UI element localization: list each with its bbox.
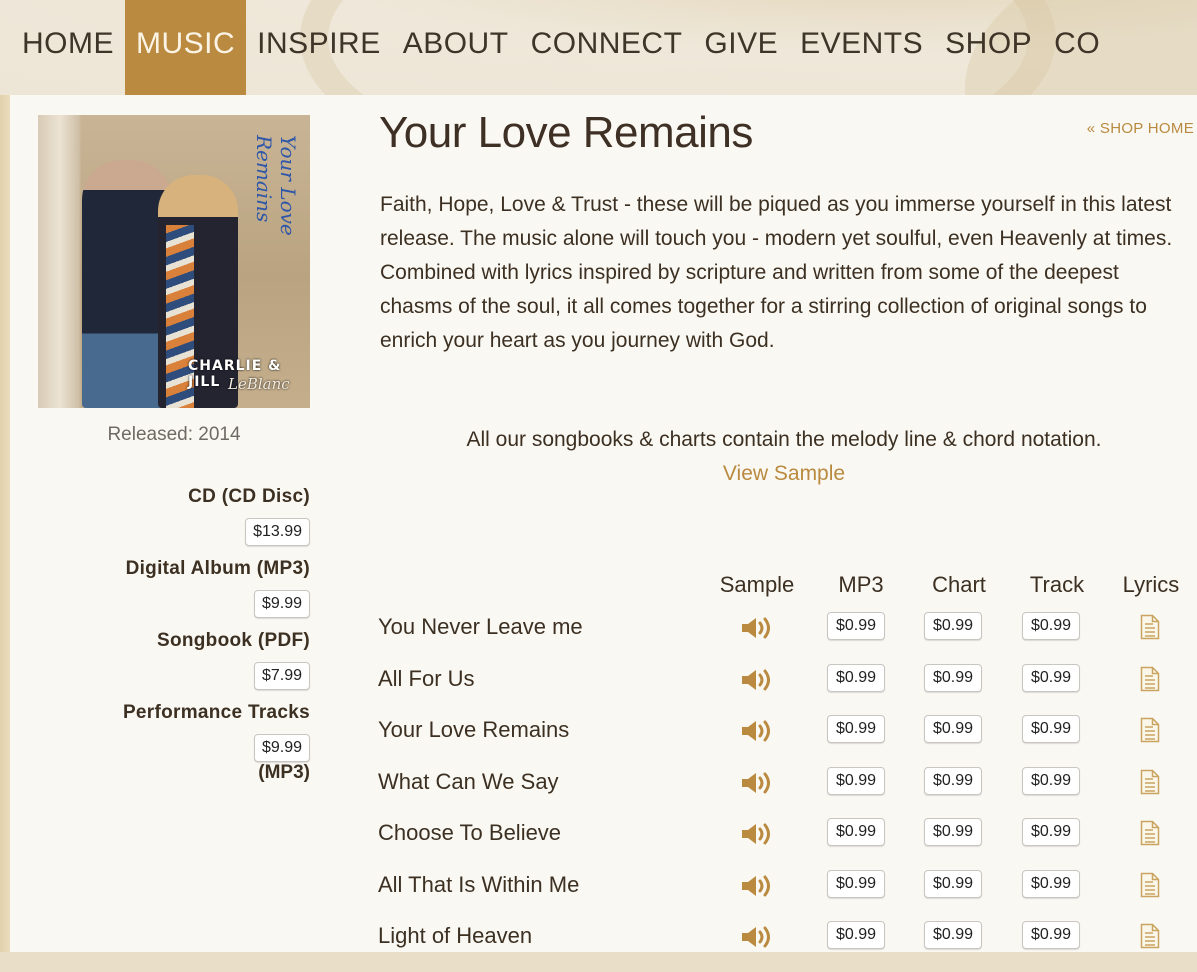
nav-item-co[interactable]: CO	[1043, 0, 1111, 95]
speaker-icon[interactable]	[740, 668, 772, 692]
track-title[interactable]: What Can We Say	[378, 767, 559, 797]
track-title[interactable]: You Never Leave me	[378, 612, 583, 642]
lyrics-document-icon[interactable]	[1140, 717, 1160, 743]
format-item: CD (CD Disc) $13.99	[40, 484, 310, 546]
chart-price-button[interactable]: $0.99	[924, 612, 983, 640]
column-header-lyrics: Lyrics	[1122, 572, 1180, 597]
album-cover[interactable]: Your Love Remains CHARLIE & JILL LeBlanc	[38, 115, 310, 408]
nav-item-home[interactable]: HOME	[0, 0, 125, 95]
songbook-note: All our songbooks & charts contain the m…	[466, 428, 1102, 451]
speaker-icon[interactable]	[740, 771, 772, 795]
nav-item-inspire[interactable]: INSPIRE	[246, 0, 392, 95]
track-row: Your Love Remains $0.99 $0.99 $0.99	[378, 715, 1197, 766]
format-price-button[interactable]: $9.99	[253, 590, 310, 618]
mp3-price-button[interactable]: $0.99	[827, 869, 886, 898]
column-header-mp3: MP3	[838, 572, 884, 597]
track-title[interactable]: All For Us	[378, 664, 475, 694]
page-title: Your Love Remains	[379, 108, 753, 157]
lyrics-document-icon[interactable]	[1140, 872, 1160, 898]
track-price-button[interactable]: $0.99	[1022, 869, 1081, 898]
track-row: Light of Heaven $0.99 $0.99 $0.99	[378, 921, 1197, 972]
album-description: Faith, Hope, Love & Trust - these will b…	[380, 193, 1173, 352]
speaker-icon[interactable]	[740, 925, 772, 949]
lyrics-document-icon[interactable]	[1140, 614, 1160, 640]
track-price-button[interactable]: $0.99	[1022, 715, 1081, 743]
chart-price-button[interactable]: $0.99	[924, 921, 983, 949]
track-row: Choose To Believe $0.99 $0.99 $0.99	[378, 818, 1197, 869]
top-navigation: HOME MUSIC INSPIRE ABOUT CONNECT GIVE EVENTS SH…	[0, 0, 1197, 95]
view-sample-link[interactable]: View Sample	[380, 462, 1188, 486]
chart-price-button[interactable]: $0.99	[924, 869, 983, 898]
track-row: All For Us $0.99 $0.99 $0.99	[378, 663, 1197, 715]
format-label: CD (CD Disc)	[188, 486, 310, 507]
nav-item-events[interactable]: EVENTS	[789, 0, 934, 95]
lyrics-document-icon[interactable]	[1140, 820, 1160, 846]
track-title[interactable]: All That Is Within Me	[378, 870, 579, 900]
nav-item-connect[interactable]: CONNECT	[520, 0, 694, 95]
lyrics-document-icon[interactable]	[1140, 923, 1160, 949]
format-label: Songbook (PDF)	[156, 630, 310, 651]
nav-item-shop[interactable]: SHOP	[934, 0, 1043, 95]
mp3-price-button[interactable]: $0.99	[827, 663, 886, 692]
release-date: Released: 2014	[107, 424, 241, 445]
track-title[interactable]: Light of Heaven	[378, 921, 532, 951]
page-edge	[0, 95, 10, 952]
mp3-price-button[interactable]: $0.99	[827, 715, 886, 743]
chart-price-button[interactable]: $0.99	[924, 818, 983, 846]
format-label: Performance Tracks	[122, 702, 310, 723]
format-item: Songbook (PDF) $7.99	[40, 628, 310, 690]
track-price-button[interactable]: $0.99	[1022, 612, 1081, 640]
mp3-price-button[interactable]: $0.99	[827, 818, 886, 846]
nav-item-give[interactable]: GIVE	[693, 0, 789, 95]
speaker-icon[interactable]	[740, 874, 772, 898]
nav-menu: HOME MUSIC INSPIRE ABOUT CONNECT GIVE EVENTS SH…	[0, 0, 1111, 95]
format-label: Digital Album (MP3)	[125, 558, 310, 579]
track-title[interactable]: Choose To Believe	[378, 818, 561, 848]
cover-script-title: Your Love Remains	[252, 135, 300, 236]
track-row: What Can We Say $0.99 $0.99 $0.99	[378, 766, 1197, 818]
column-header-sample: Sample	[719, 572, 795, 597]
chart-price-button[interactable]: $0.99	[924, 715, 983, 743]
track-price-button[interactable]: $0.99	[1022, 766, 1081, 795]
track-title[interactable]: Your Love Remains	[378, 715, 569, 745]
track-price-button[interactable]: $0.99	[1022, 921, 1081, 949]
speaker-icon[interactable]	[740, 719, 772, 743]
mp3-price-button[interactable]: $0.99	[827, 612, 886, 640]
track-price-button[interactable]: $0.99	[1022, 818, 1081, 846]
chart-price-button[interactable]: $0.99	[924, 663, 983, 692]
speaker-icon[interactable]	[740, 616, 772, 640]
lyrics-document-icon[interactable]	[1140, 769, 1160, 795]
format-label-suffix: (MP3)	[258, 762, 310, 783]
mp3-price-button[interactable]: $0.99	[827, 921, 886, 949]
format-price-button[interactable]: $7.99	[253, 662, 310, 690]
track-row: All That Is Within Me $0.99 $0.99 $0.99	[378, 869, 1197, 921]
format-item: Digital Album (MP3) $9.99	[40, 556, 310, 618]
track-row: You Never Leave me $0.99 $0.99 $0.99	[378, 612, 1197, 663]
format-price-button[interactable]: $9.99	[253, 734, 310, 762]
mp3-price-button[interactable]: $0.99	[827, 766, 886, 795]
nav-item-about[interactable]: ABOUT	[392, 0, 520, 95]
lyrics-document-icon[interactable]	[1140, 666, 1160, 692]
track-price-button[interactable]: $0.99	[1022, 663, 1081, 692]
column-header-track: Track	[1029, 572, 1085, 597]
chart-price-button[interactable]: $0.99	[924, 766, 983, 795]
format-price-button[interactable]: $13.99	[245, 518, 310, 546]
shop-home-link[interactable]: « SHOP HOME	[1087, 120, 1194, 137]
speaker-icon[interactable]	[740, 822, 772, 846]
cover-artist-surname: LeBlanc	[228, 375, 290, 393]
column-header-chart: Chart	[932, 572, 986, 597]
nav-item-music[interactable]: MUSIC	[125, 0, 247, 95]
format-item: Performance Tracks $9.99 (MP3)	[40, 700, 310, 784]
format-list: CD (CD Disc) $13.99 Digital Album (MP3) $9.…	[40, 484, 310, 794]
